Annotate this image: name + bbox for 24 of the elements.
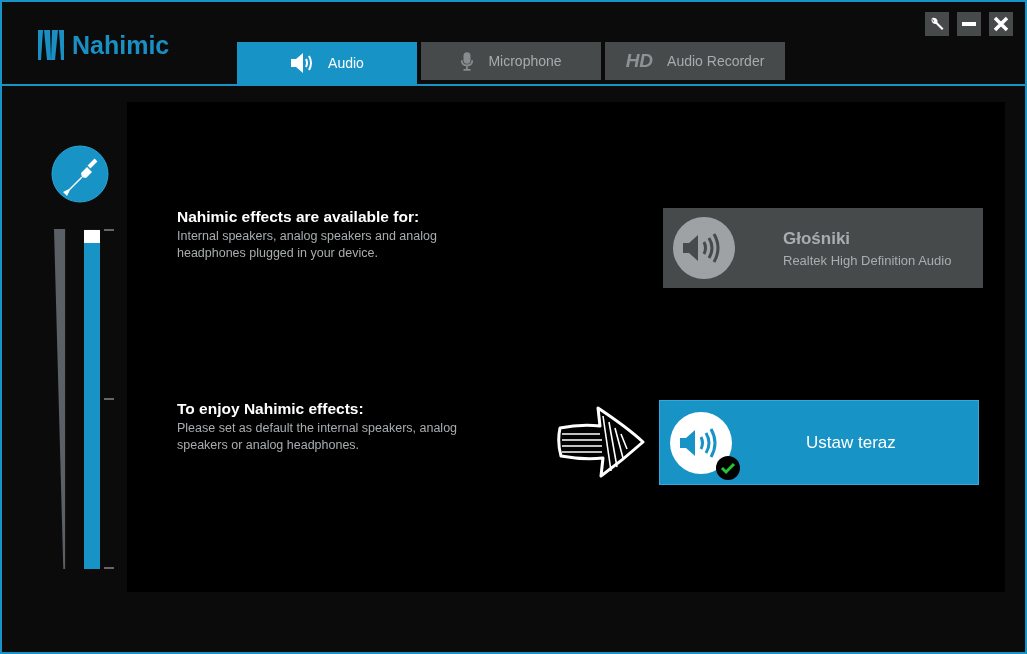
tab[interactable]: Microphone (421, 42, 601, 80)
section-description: Please set as default the internal speakers, analog speakers or analog headphones. (177, 420, 459, 454)
settings-button[interactable] (925, 12, 949, 36)
audio-device-card[interactable]: Głośniki Realtek High Definition Audio (663, 208, 983, 288)
speaker-icon (670, 411, 732, 474)
app-logo: Nahimic (38, 28, 237, 62)
tab[interactable]: HD Audio Recorder (605, 42, 785, 80)
section-description: Internal speakers, analog speakers and analog headphones plugged in your device. (177, 228, 438, 262)
audio-jack-icon (51, 145, 109, 203)
peak-indicator (84, 229, 100, 243)
wrench-icon (929, 16, 945, 32)
section-heading: To enjoy Nahimic effects: (177, 400, 365, 418)
section-heading: Nahimic effects are available for: (177, 208, 421, 226)
speaker-icon (673, 217, 735, 279)
device-name: Głośniki (783, 228, 852, 249)
speaker-icon (290, 52, 315, 74)
set-now-button[interactable]: Ustaw teraz (659, 400, 979, 485)
minimize-button[interactable] (957, 12, 981, 36)
device-driver: Realtek High Definition Audio (783, 252, 952, 268)
close-icon (993, 16, 1009, 32)
logo-icon (38, 28, 64, 62)
microphone-icon (460, 50, 475, 72)
tab[interactable]: Audio (237, 42, 417, 84)
close-button[interactable] (989, 12, 1013, 36)
